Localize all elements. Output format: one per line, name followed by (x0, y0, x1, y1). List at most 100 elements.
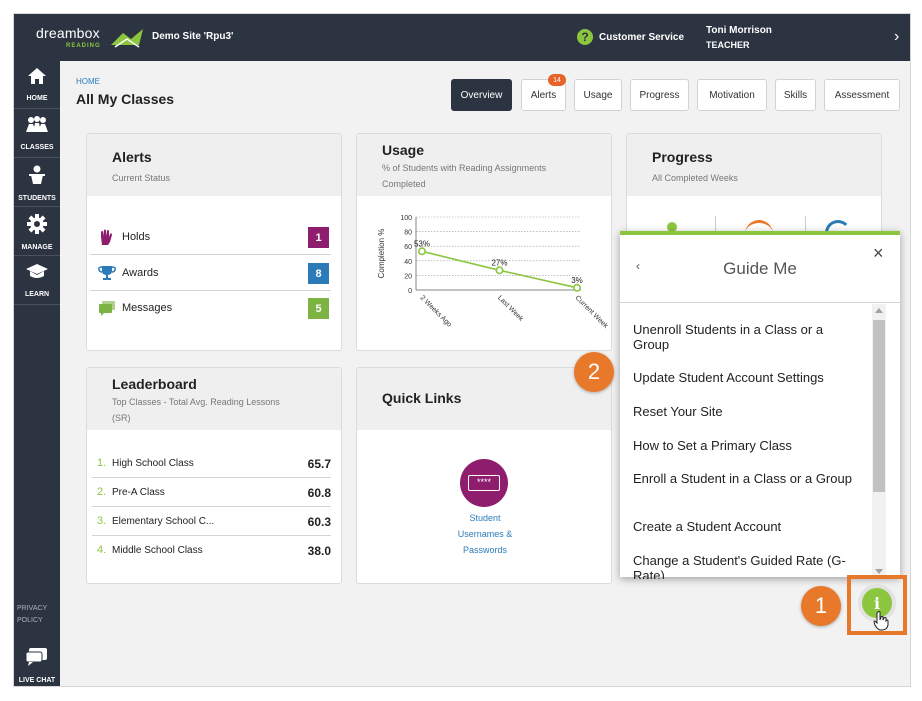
rank-number: 1. (97, 457, 107, 469)
class-score: 38.0 (307, 544, 331, 558)
usage-line-chart: 0 20 40 60 80 100 Completion % 53% 2 Weeks Ago 27… (377, 215, 609, 330)
student-usernames-link[interactable]: Student Usernames & Passwords (357, 510, 611, 558)
leaderboard-row[interactable]: 1. High School Class 65.7 (92, 449, 331, 478)
alert-row-awards[interactable]: Awards 8 (90, 256, 331, 291)
data-label: 3% (571, 276, 583, 285)
privacy-line-1: PRIVACY (17, 605, 48, 612)
tab-label: Progress (639, 89, 680, 101)
y-tick-label: 100 (400, 215, 412, 222)
sidebar: HOME CLASSES STUDENTS MANAGE LEARN PRIVA… (14, 61, 60, 686)
sidebar-item-learn[interactable]: LEARN (14, 257, 60, 305)
callout-1: 1 (801, 586, 841, 626)
guide-topic[interactable]: How to Set a Primary Class (633, 438, 858, 453)
card-title: Leaderboard (112, 376, 197, 392)
close-icon[interactable]: × (873, 243, 884, 264)
card-subtitle: % of Students with Reading Assignments C… (382, 160, 546, 192)
sidebar-item-home[interactable]: HOME (14, 61, 60, 109)
gear-icon (27, 214, 47, 234)
tab-motivation[interactable]: Motivation (697, 79, 767, 111)
data-point (495, 266, 504, 275)
tab-label: Skills (783, 89, 808, 101)
callout-2: 2 (574, 352, 614, 392)
password-icon[interactable]: **** (460, 459, 508, 507)
home-icon (28, 68, 46, 84)
tab-usage[interactable]: Usage (574, 79, 622, 111)
subtitle-line-1: Top Classes - Total Avg. Reading Lessons (112, 397, 280, 407)
usage-card: Usage % of Students with Reading Assignm… (356, 133, 612, 351)
alert-count-badge: 5 (308, 298, 329, 319)
site-name: Demo Site 'Rpu3' (152, 31, 234, 42)
y-tick-label: 40 (404, 259, 412, 266)
class-score: 65.7 (307, 457, 331, 471)
sidebar-item-label: CLASSES (20, 144, 54, 151)
tab-label: Motivation (709, 89, 755, 101)
tab-label: Assessment (834, 89, 890, 101)
link-line-2: Usernames & (457, 529, 513, 539)
tab-skills[interactable]: Skills (775, 79, 816, 111)
breadcrumb[interactable]: HOME (76, 77, 100, 86)
tab-progress[interactable]: Progress (630, 79, 689, 111)
alert-row-label: Messages (122, 302, 173, 314)
tab-assessment[interactable]: Assessment (824, 79, 900, 111)
scroll-down-arrow-icon[interactable] (875, 569, 883, 574)
y-tick-label: 20 (404, 273, 412, 280)
help-icon: ? (577, 29, 593, 45)
y-tick-label: 0 (408, 288, 412, 295)
alert-row-holds[interactable]: Holds 1 (90, 220, 331, 255)
alert-row-label: Awards (122, 267, 159, 279)
guide-topic[interactable]: Change a Student's Guided Rate (G-Rate) (633, 553, 858, 579)
card-subtitle: Top Classes - Total Avg. Reading Lessons… (112, 394, 280, 426)
card-subtitle: All Completed Weeks (652, 173, 738, 183)
sidebar-item-classes[interactable]: CLASSES (14, 110, 60, 158)
tab-label: Alerts (530, 89, 557, 101)
sidebar-item-students[interactable]: STUDENTS (14, 159, 60, 207)
live-chat-label: LIVE CHAT (18, 677, 56, 684)
dreambox-logo[interactable]: dreambox READING (36, 23, 143, 53)
leaderboard-card: Leaderboard Top Classes - Total Avg. Rea… (86, 367, 342, 584)
page-title: All My Classes (76, 91, 175, 107)
user-menu[interactable]: Toni Morrison TEACHER (706, 24, 772, 52)
guide-topic[interactable]: Unenroll Students in a Class or a Group (633, 322, 858, 352)
scroll-thumb[interactable] (873, 320, 885, 492)
card-title: Usage (382, 142, 425, 158)
chevron-right-icon[interactable]: › (894, 28, 899, 46)
tab-overview[interactable]: Overview (451, 79, 512, 111)
link-line-1: Student (469, 513, 501, 523)
guide-topic[interactable]: Enroll a Student in a Class or a Group (633, 471, 858, 486)
alert-row-label: Holds (122, 231, 151, 243)
leaderboard-row[interactable]: 2. Pre-A Class 60.8 (92, 478, 331, 507)
data-label: 27% (491, 258, 507, 267)
x-tick-label: Last Week (496, 294, 525, 323)
scroll-up-arrow-icon[interactable] (875, 308, 883, 313)
class-name: High School Class (112, 458, 194, 469)
messages-icon (99, 301, 115, 316)
guide-me-header: ‹ Guide Me × (620, 235, 900, 303)
leaderboard-row[interactable]: 4. Middle School Class 38.0 (92, 536, 331, 565)
guide-topic-list[interactable]: Unenroll Students in a Class or a Group … (620, 304, 870, 579)
class-name: Pre-A Class (112, 487, 165, 498)
guide-scrollbar[interactable] (872, 304, 886, 579)
data-point (573, 283, 582, 292)
guide-topic[interactable]: Reset Your Site (633, 404, 858, 419)
sidebar-item-label: STUDENTS (18, 195, 56, 202)
subtitle-line-2: Completed (382, 179, 426, 189)
class-score: 60.3 (307, 515, 331, 529)
sidebar-item-manage[interactable]: MANAGE (14, 208, 60, 256)
data-label: 53% (414, 239, 430, 248)
guide-topic[interactable]: Create a Student Account (633, 519, 858, 534)
privacy-policy-link[interactable]: PRIVACY POLICY (17, 603, 47, 627)
live-chat-button[interactable]: LIVE CHAT (14, 645, 60, 685)
guide-me-panel: ‹ Guide Me × Unenroll Students in a Clas… (620, 231, 900, 579)
card-title: Alerts (112, 149, 152, 165)
leaderboard-row[interactable]: 3. Elementary School C... 60.3 (92, 507, 331, 536)
guide-topic[interactable]: Update Student Account Settings (633, 370, 858, 385)
top-bar: dreambox READING Demo Site 'Rpu3' ? Cust… (14, 14, 910, 61)
tab-alerts[interactable]: Alerts 14 (521, 74, 566, 111)
class-score: 60.8 (307, 486, 331, 500)
user-role: TEACHER (706, 40, 750, 50)
customer-service-link[interactable]: ? Customer Service (577, 28, 684, 46)
tab-label: Usage (583, 89, 613, 101)
logo-wordmark: dreambox (36, 25, 100, 41)
card-title: Progress (652, 149, 713, 165)
alert-row-messages[interactable]: Messages 5 (90, 291, 331, 326)
